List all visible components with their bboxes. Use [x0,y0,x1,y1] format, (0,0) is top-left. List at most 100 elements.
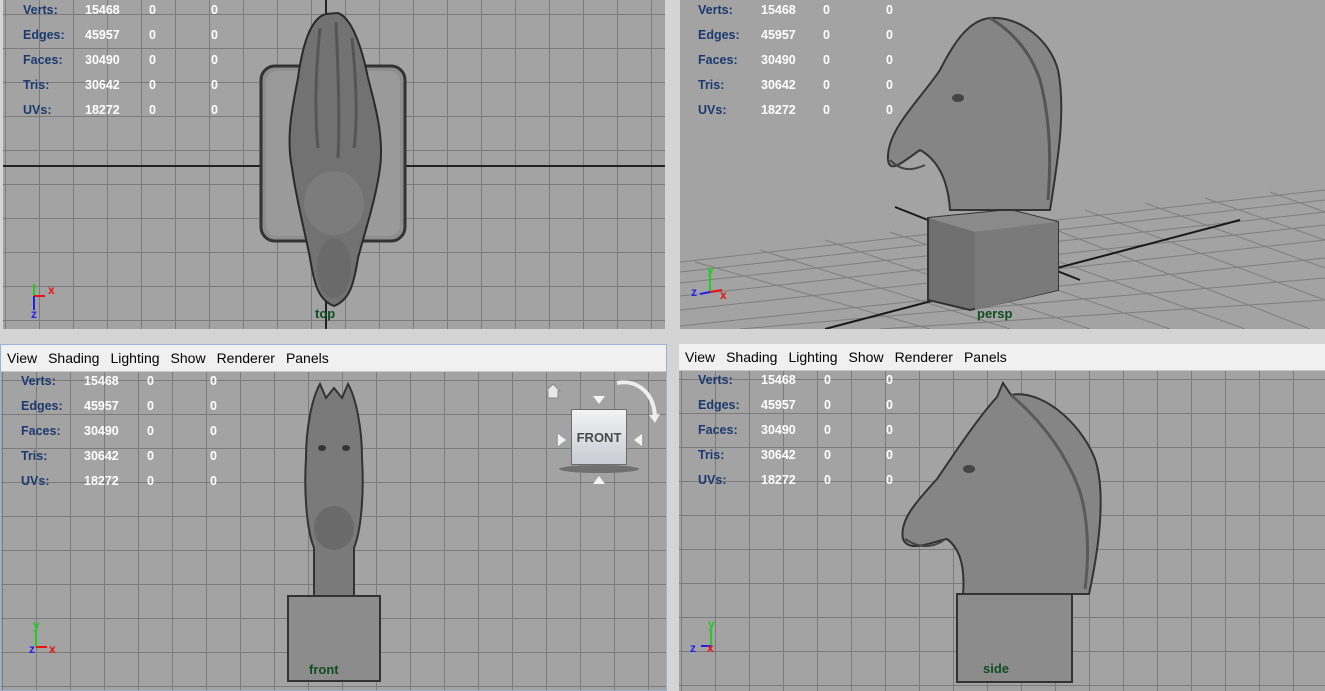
horse-model-top [259,11,407,308]
arrow-down-icon[interactable] [592,475,606,485]
menu-renderer[interactable]: Renderer [895,349,953,365]
hud-label-verts: Verts: [698,3,733,17]
hud-zero: 0 [147,424,154,438]
viewport-persp[interactable]: Verts: 15468 0 0 Edges: 45957 0 0 Faces: 30490 0… [680,0,1325,329]
camera-label-side: side [983,661,1010,676]
hud-label-edges: Edges: [23,28,65,42]
hud-zero: 0 [824,448,831,462]
hud-label-tris: Tris: [698,448,725,462]
menu-shading[interactable]: Shading [726,349,777,365]
menu-lighting[interactable]: Lighting [110,350,159,366]
viewport-menubar: View Shading Lighting Show Renderer Pane… [1,345,666,372]
hud-edges-value: 45957 [761,398,796,412]
axis-triad-icon: y z x [29,618,56,656]
hud-faces-value: 30490 [85,53,120,67]
hud-zero: 0 [210,374,217,388]
hud-uvs-value: 18272 [84,474,119,488]
horse-model-side [901,380,1102,683]
hud-verts-value: 15468 [84,374,119,388]
hud-zero: 0 [211,103,218,117]
hud-zero: 0 [147,474,154,488]
menu-show[interactable]: Show [171,350,206,366]
menu-show[interactable]: Show [849,349,884,365]
viewcube-face-label: FRONT [576,429,622,445]
hud-zero: 0 [886,78,893,92]
hud-label-uvs: UVs: [698,473,727,487]
axis-x-label: x [49,642,56,656]
hud-label-uvs: UVs: [698,103,727,117]
hud-zero: 0 [886,103,893,117]
hud-label-tris: Tris: [698,78,725,92]
hud-zero: 0 [211,28,218,42]
hud-zero: 0 [886,53,893,67]
hud-zero: 0 [886,28,893,42]
viewcube[interactable]: FRONT [541,377,661,487]
hud-zero: 0 [886,448,893,462]
hud-zero: 0 [149,78,156,92]
hud-label-uvs: UVs: [21,474,50,488]
arrow-right-icon[interactable] [633,433,643,447]
axis-z-label: z [31,307,37,320]
hud-faces-value: 30490 [761,423,796,437]
hud-verts-value: 15468 [85,3,120,17]
hud-zero: 0 [823,28,830,42]
axis-z-label: z [690,641,696,655]
hud-zero: 0 [886,373,893,387]
axis-x-label: x [707,641,714,655]
viewcube-face[interactable]: FRONT [571,409,627,465]
hud-label-edges: Edges: [698,28,740,42]
hud-label-verts: Verts: [698,373,733,387]
hud-zero: 0 [824,423,831,437]
menu-shading[interactable]: Shading [48,350,99,366]
hud-zero: 0 [210,449,217,463]
menu-view[interactable]: View [685,349,715,365]
hud-zero: 0 [824,373,831,387]
hud-zero: 0 [823,78,830,92]
axis-triad-icon: y z x [690,617,715,655]
hud-zero: 0 [147,449,154,463]
camera-label-persp: persp [977,306,1013,321]
hud-label-uvs: UVs: [23,103,52,117]
axis-triad-icon: x z [31,283,55,320]
hud-label-edges: Edges: [21,399,63,413]
viewport-front[interactable]: View Shading Lighting Show Renderer Pane… [0,344,667,691]
hud-zero: 0 [824,398,831,412]
camera-label-top: top [315,306,336,321]
hud-zero: 0 [210,424,217,438]
hud-uvs-value: 18272 [761,473,796,487]
hud-label-faces: Faces: [698,53,738,67]
horse-model-front [287,381,381,682]
hud-zero: 0 [886,3,893,17]
axis-triad-icon: y x z [691,263,727,302]
hud-zero: 0 [823,103,830,117]
axis-z-label: z [29,642,35,656]
hud-tris-value: 30642 [761,448,796,462]
menu-renderer[interactable]: Renderer [217,350,275,366]
hud-edges-value: 45957 [761,28,796,42]
axis-y-label: y [707,263,714,277]
hud-zero: 0 [211,3,218,17]
hud-zero: 0 [823,53,830,67]
viewport-top[interactable]: Verts: 15468 0 0 Edges: 45957 0 0 Faces: 30490 0… [3,0,665,329]
menu-view[interactable]: View [7,350,37,366]
arrow-up-icon[interactable] [592,395,606,405]
menu-panels[interactable]: Panels [286,350,329,366]
hud-zero: 0 [886,423,893,437]
camera-label-front: front [309,662,339,677]
hud-tris-value: 30642 [84,449,119,463]
hud-zero: 0 [147,374,154,388]
hud-zero: 0 [823,3,830,17]
hud-edges-value: 45957 [84,399,119,413]
hud-uvs-value: 18272 [85,103,120,117]
hud-zero: 0 [149,28,156,42]
home-icon[interactable] [543,381,563,401]
hud-zero: 0 [149,103,156,117]
axis-x-label: x [48,283,55,297]
hud-verts-value: 15468 [761,3,796,17]
menu-lighting[interactable]: Lighting [788,349,837,365]
hud-zero: 0 [211,53,218,67]
arrow-left-icon[interactable] [557,433,567,447]
menu-panels[interactable]: Panels [964,349,1007,365]
viewport-side[interactable]: View Shading Lighting Show Renderer Pane… [679,344,1325,691]
hud-label-verts: Verts: [23,3,58,17]
